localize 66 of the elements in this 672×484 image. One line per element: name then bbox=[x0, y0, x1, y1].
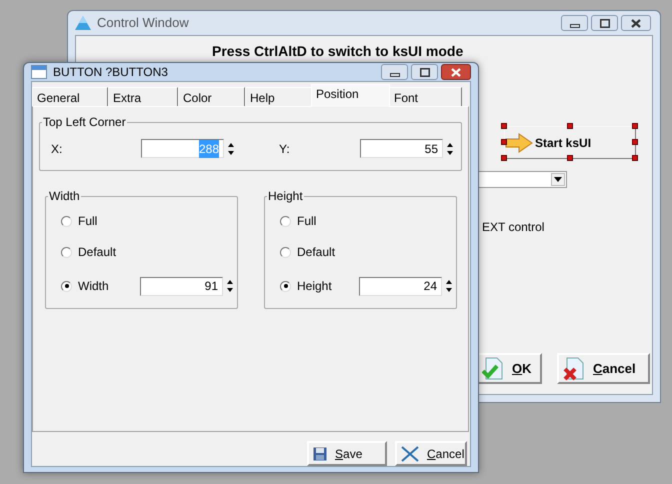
tab[interactable]: General bbox=[32, 87, 108, 106]
cancel-button[interactable]: Cancel bbox=[557, 353, 650, 384]
close-button[interactable] bbox=[621, 15, 651, 31]
tab[interactable]: Color bbox=[178, 87, 245, 106]
close-icon bbox=[401, 446, 419, 462]
field-label: Y: bbox=[279, 140, 291, 158]
group-title: Top Left Corner bbox=[42, 115, 127, 129]
field-label: X: bbox=[51, 140, 64, 158]
maximize-button[interactable] bbox=[411, 64, 438, 80]
save-button[interactable]: Save bbox=[307, 441, 387, 466]
window-icon bbox=[31, 65, 47, 79]
minimize-button[interactable] bbox=[561, 15, 588, 31]
arrow-icon bbox=[505, 132, 533, 152]
ok-button[interactable]: OK bbox=[476, 353, 542, 384]
dialog-title: BUTTON ?BUTTON3 bbox=[53, 64, 168, 81]
dropdown[interactable] bbox=[476, 171, 567, 188]
start-button[interactable]: Start ksUI bbox=[504, 126, 636, 159]
mode-hint: Press CtrlAltD to switch to ksUI mode bbox=[212, 42, 464, 61]
app-logo-icon bbox=[75, 16, 91, 30]
window-title: Control Window bbox=[97, 14, 189, 32]
radio-option[interactable]: Height bbox=[280, 277, 347, 295]
caret-icon bbox=[554, 177, 562, 182]
spin-up-icon bbox=[225, 140, 237, 148]
radio-option[interactable]: Full bbox=[61, 212, 128, 230]
maximize-button[interactable] bbox=[591, 15, 618, 31]
radio-option[interactable]: Width bbox=[61, 277, 128, 295]
number-field[interactable]: 55 bbox=[360, 139, 443, 158]
spin-up-icon bbox=[443, 278, 455, 286]
spin-up-icon bbox=[444, 140, 456, 148]
tab[interactable]: Position bbox=[311, 84, 390, 107]
radio-option[interactable]: Full bbox=[280, 212, 347, 230]
control-label: EXT control bbox=[482, 219, 544, 236]
spin-down-icon bbox=[225, 148, 237, 156]
field-value: 55 bbox=[424, 140, 438, 158]
radio-option[interactable]: Default bbox=[61, 243, 128, 261]
close-icon bbox=[451, 68, 461, 76]
selection-handle[interactable] bbox=[501, 139, 507, 145]
number-field[interactable]: 91 bbox=[140, 276, 223, 296]
close-button[interactable] bbox=[441, 64, 471, 80]
tab[interactable]: Font bbox=[389, 87, 462, 106]
spin-down-icon bbox=[224, 286, 236, 294]
minimize-icon bbox=[390, 72, 400, 76]
field-value: 288 bbox=[198, 140, 219, 158]
selection-handle[interactable] bbox=[501, 123, 507, 129]
selection-handle[interactable] bbox=[566, 123, 572, 129]
selection-handle[interactable] bbox=[632, 155, 638, 161]
close-icon bbox=[631, 18, 641, 28]
spin-up-icon bbox=[224, 278, 236, 286]
selection-handle[interactable] bbox=[501, 155, 507, 161]
group-title: Width bbox=[48, 189, 81, 203]
number-field[interactable]: 24 bbox=[359, 276, 442, 296]
cancel-button[interactable]: Cancel bbox=[395, 441, 467, 466]
document-cross-icon bbox=[563, 356, 585, 380]
group-title: Height bbox=[267, 189, 304, 203]
tab[interactable]: Help bbox=[245, 87, 312, 106]
tab[interactable]: Extra bbox=[108, 87, 178, 106]
document-check-icon bbox=[482, 356, 504, 380]
selection-handle[interactable] bbox=[632, 139, 638, 145]
maximize-icon bbox=[420, 68, 430, 76]
selection-handle[interactable] bbox=[632, 123, 638, 129]
maximize-icon bbox=[600, 18, 610, 28]
minimize-button[interactable] bbox=[381, 64, 408, 80]
radio-option[interactable]: Default bbox=[280, 243, 347, 261]
spin-down-icon bbox=[443, 286, 455, 294]
minimize-icon bbox=[570, 24, 580, 28]
spin-down-icon bbox=[444, 148, 456, 156]
